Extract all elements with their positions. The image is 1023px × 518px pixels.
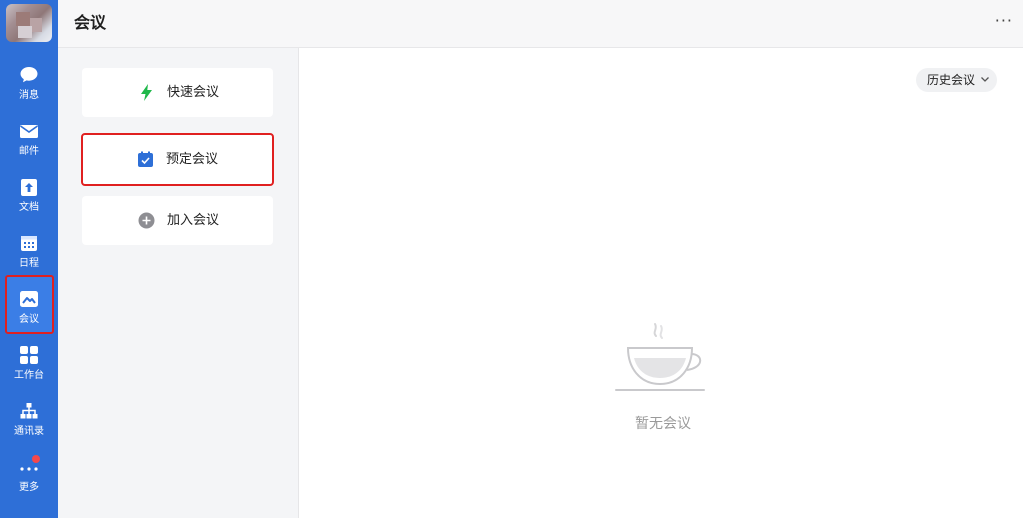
nav-item-messages[interactable]: 消息: [0, 58, 58, 112]
page-title: 会议: [74, 13, 107, 32]
nav-item-calendar[interactable]: 日程: [0, 226, 58, 280]
nav-item-mail[interactable]: 邮件: [0, 114, 58, 168]
empty-coffee-cup-icon: [615, 323, 705, 391]
chevron-down-icon: [981, 77, 989, 82]
nav-label: 会议: [19, 314, 39, 325]
nav-label: 文档: [19, 202, 39, 213]
empty-state-text: 暂无会议: [635, 416, 691, 432]
meeting-actions-panel: 快速会议 预定会议 加入会议: [58, 48, 299, 518]
join-meeting-label: 加入会议: [167, 213, 220, 228]
plus-circle-icon: [138, 212, 155, 229]
document-icon: [21, 179, 37, 196]
history-meetings-dropdown[interactable]: 历史会议: [916, 68, 997, 92]
nav-label: 通讯录: [14, 426, 44, 437]
avatar[interactable]: [6, 4, 52, 42]
nav-item-contacts[interactable]: 通讯录: [0, 394, 58, 448]
apps-grid-icon: [20, 346, 38, 364]
calendar-check-icon: [138, 151, 153, 167]
mail-icon: [20, 125, 38, 138]
quick-meeting-button[interactable]: 快速会议: [82, 68, 273, 117]
meeting-icon: [20, 291, 38, 307]
org-chart-icon: [20, 403, 38, 419]
schedule-meeting-button[interactable]: 预定会议: [81, 133, 274, 186]
nav-label: 消息: [19, 90, 39, 101]
notification-dot: [32, 455, 40, 463]
nav-item-more[interactable]: 更多: [0, 450, 58, 504]
join-meeting-button[interactable]: 加入会议: [82, 196, 273, 245]
nav-label: 邮件: [19, 146, 39, 157]
nav-label: 工作台: [14, 370, 44, 381]
nav-rail: 消息 邮件 文档 日程 会议 工作台 通讯录 更多: [0, 0, 58, 518]
nav-label: 更多: [19, 482, 39, 493]
nav-item-docs[interactable]: 文档: [0, 170, 58, 224]
schedule-meeting-label: 预定会议: [166, 152, 219, 167]
calendar-icon: [21, 236, 37, 251]
chat-bubble-icon: [20, 67, 38, 83]
nav-item-workbench[interactable]: 工作台: [0, 338, 58, 392]
window-controls: [863, 0, 963, 2]
more-menu-button[interactable]: ···: [995, 12, 1013, 30]
quick-meeting-label: 快速会议: [167, 85, 220, 100]
lightning-icon: [141, 84, 152, 101]
history-label: 历史会议: [927, 73, 976, 87]
nav-item-meeting[interactable]: 会议: [0, 282, 58, 336]
page-header: 会议 ···: [58, 0, 1023, 48]
nav-label: 日程: [19, 258, 39, 269]
